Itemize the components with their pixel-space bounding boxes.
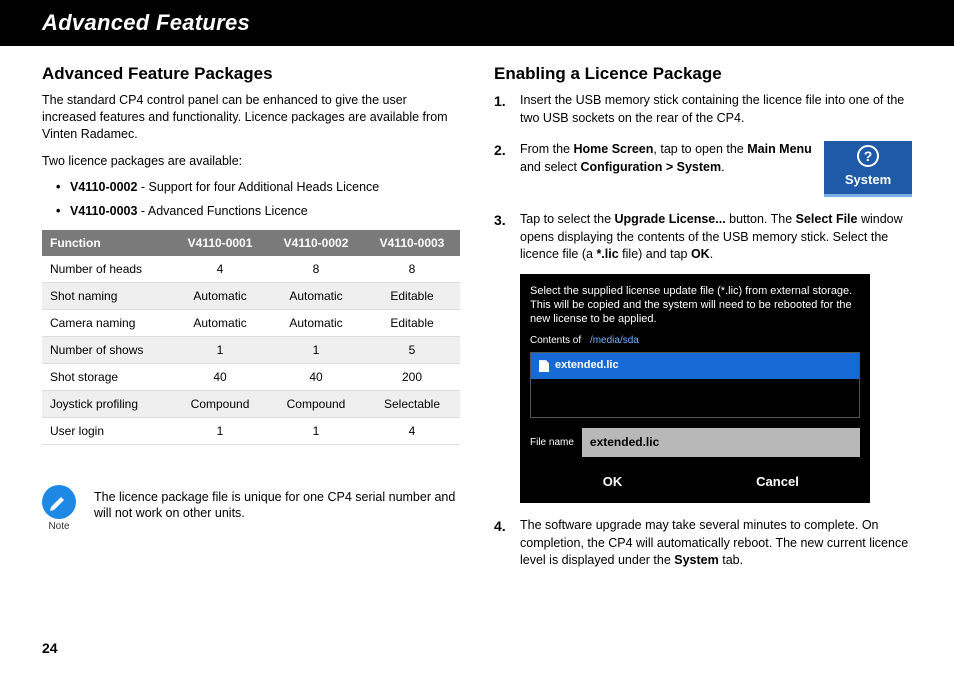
available-text: Two licence packages are available: xyxy=(42,153,460,170)
step-3: Tap to select the Upgrade License... but… xyxy=(494,211,912,503)
bullet-1: V4110-0002 - Support for four Additional… xyxy=(56,180,460,194)
note-box: Note The licence package file is unique … xyxy=(42,485,460,532)
intro-text: The standard CP4 control panel can be en… xyxy=(42,92,460,143)
left-column: Advanced Feature Packages The standard C… xyxy=(42,64,460,584)
table-row: Camera namingAutomaticAutomaticEditable xyxy=(42,309,460,336)
bullet-1-code: V4110-0002 xyxy=(70,180,137,194)
th-v3: V4110-0003 xyxy=(364,230,460,256)
file-list-item-label: extended.lic xyxy=(555,358,619,373)
page-number: 24 xyxy=(42,640,58,656)
step-4: The software upgrade may take several mi… xyxy=(494,517,912,570)
table-row: Shot namingAutomaticAutomaticEditable xyxy=(42,282,460,309)
select-file-dialog: Select the supplied license update file … xyxy=(520,274,870,504)
dialog-instruction: Select the supplied license update file … xyxy=(530,284,860,327)
table-row: Shot storage4040200 xyxy=(42,363,460,390)
dialog-ok-button[interactable]: OK xyxy=(530,467,695,497)
left-heading: Advanced Feature Packages xyxy=(42,64,460,84)
system-tile-button[interactable]: ? System xyxy=(824,141,912,197)
filename-label: File name xyxy=(530,436,574,450)
step-2: From the Home Screen, tap to open the Ma… xyxy=(494,141,912,197)
right-heading: Enabling a Licence Package xyxy=(494,64,912,84)
bullet-2-rest: - Advanced Functions Licence xyxy=(137,204,307,218)
table-row: Number of shows115 xyxy=(42,336,460,363)
bullet-2: V4110-0003 - Advanced Functions Licence xyxy=(56,204,460,218)
dialog-file-list[interactable]: extended.lic xyxy=(530,352,860,418)
question-mark-icon: ? xyxy=(857,145,879,167)
note-text: The licence package file is unique for o… xyxy=(94,485,460,523)
table-row: Joystick profilingCompoundCompoundSelect… xyxy=(42,390,460,417)
bullet-1-rest: - Support for four Additional Heads Lice… xyxy=(137,180,379,194)
note-label: Note xyxy=(42,521,76,532)
th-v1: V4110-0001 xyxy=(172,230,268,256)
th-function: Function xyxy=(42,230,172,256)
filename-input[interactable]: extended.lic xyxy=(582,428,860,457)
table-row: Number of heads488 xyxy=(42,256,460,283)
contents-of-label: Contents of xyxy=(530,335,581,346)
file-icon xyxy=(539,360,549,372)
dialog-cancel-button[interactable]: Cancel xyxy=(695,467,860,497)
step-1: Insert the USB memory stick containing t… xyxy=(494,92,912,127)
system-tile-label: System xyxy=(845,171,891,189)
file-list-item[interactable]: extended.lic xyxy=(531,353,859,378)
table-row: User login114 xyxy=(42,417,460,444)
page-banner: Advanced Features xyxy=(0,0,954,46)
bullet-2-code: V4110-0003 xyxy=(70,204,137,218)
feature-table: Function V4110-0001 V4110-0002 V4110-000… xyxy=(42,230,460,445)
right-column: Enabling a Licence Package Insert the US… xyxy=(494,64,912,584)
th-v2: V4110-0002 xyxy=(268,230,364,256)
dialog-path: /media/sda xyxy=(590,335,639,346)
note-pencil-icon xyxy=(42,485,76,519)
